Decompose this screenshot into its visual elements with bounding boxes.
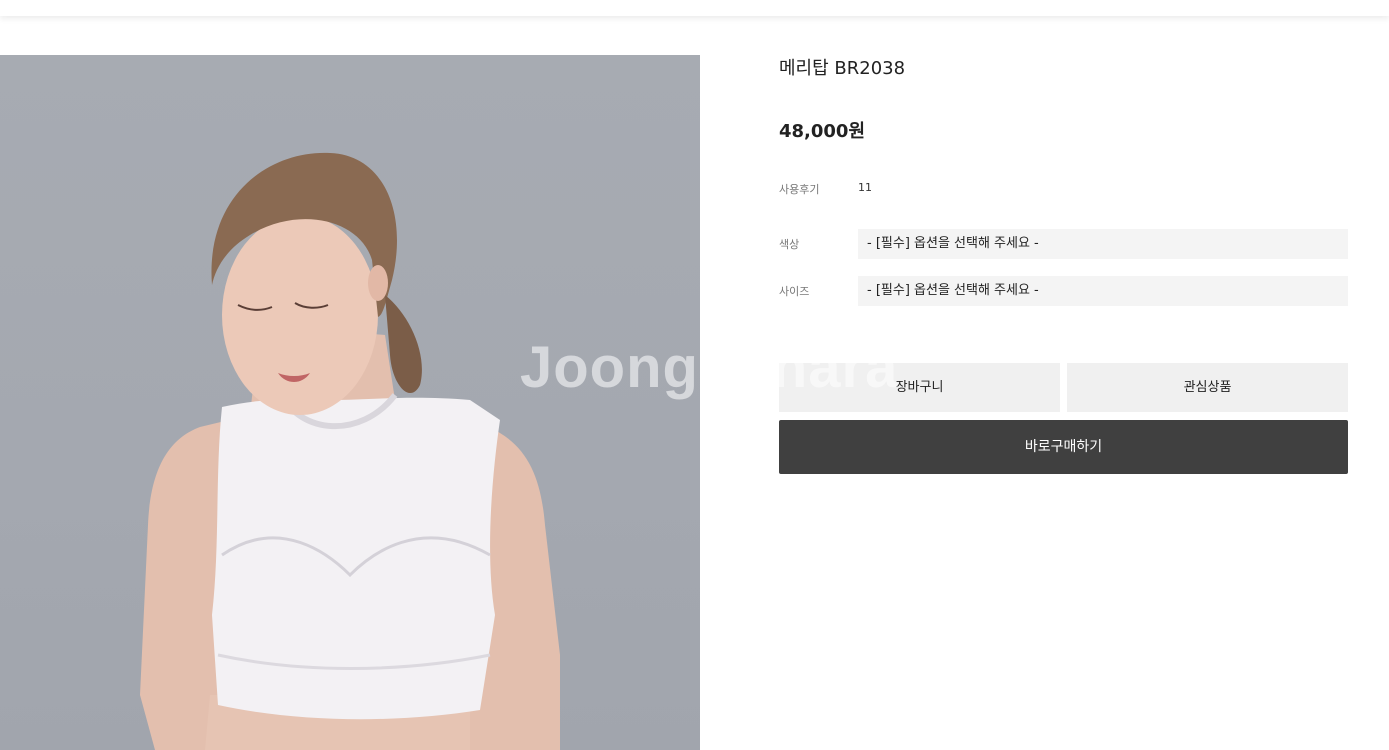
size-select[interactable]: - [필수] 옵션을 선택해 주세요 -	[858, 276, 1348, 306]
add-to-cart-button[interactable]: 장바구니	[779, 363, 1060, 412]
color-label: 색상	[779, 238, 800, 251]
wishlist-button[interactable]: 관심상품	[1067, 363, 1348, 412]
color-select[interactable]: - [필수] 옵션을 선택해 주세요 -	[858, 229, 1348, 259]
product-image[interactable]	[0, 55, 700, 750]
size-label: 사이즈	[779, 285, 810, 298]
product-title: 메리탑 BR2038	[779, 58, 906, 79]
product-price: 48,000원	[779, 121, 866, 142]
reviews-count[interactable]: 11	[858, 181, 872, 194]
model-photo	[140, 152, 560, 750]
buy-now-button[interactable]: 바로구매하기	[779, 420, 1348, 474]
reviews-label: 사용후기	[779, 183, 820, 196]
site-header	[0, 0, 1389, 16]
